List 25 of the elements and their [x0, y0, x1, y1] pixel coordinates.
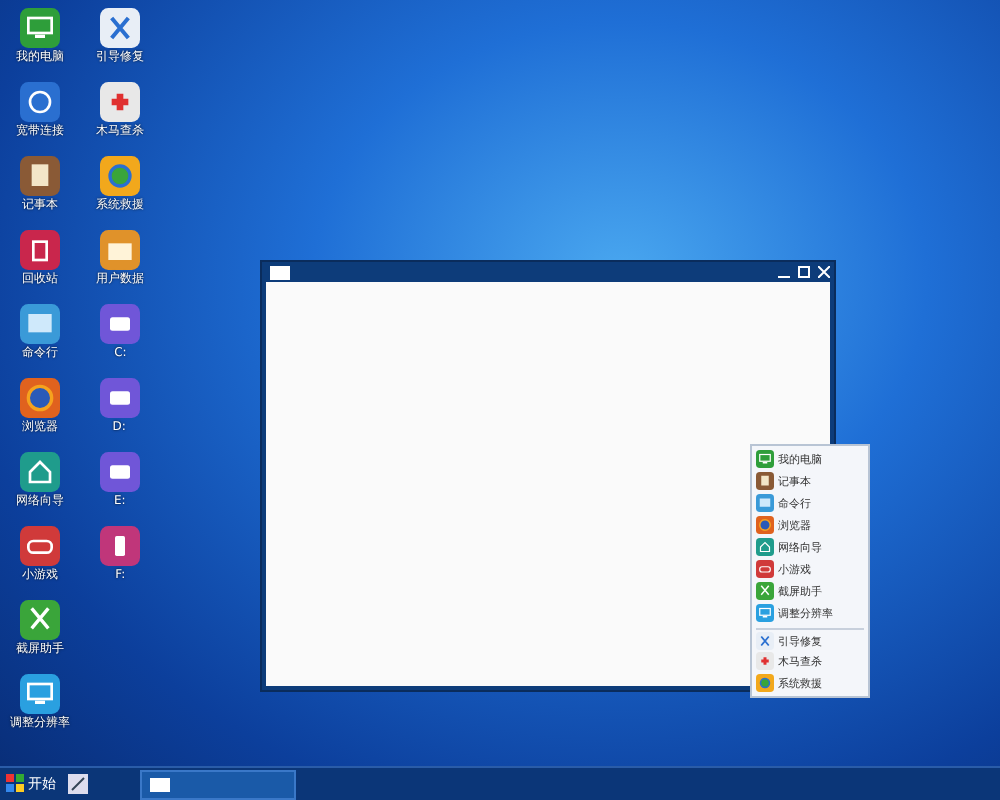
app-icon[interactable] [20, 304, 60, 344]
app-icon[interactable] [20, 452, 60, 492]
app-icon[interactable] [100, 526, 140, 566]
window-icon [150, 777, 170, 791]
window-icon [270, 265, 290, 279]
taskbar-window-button[interactable] [140, 769, 296, 799]
app-icon[interactable] [100, 82, 140, 122]
close-icon[interactable] [818, 266, 830, 278]
desktop-icon[interactable] [68, 774, 88, 794]
maximize-icon[interactable] [798, 266, 810, 278]
app-icon[interactable] [100, 378, 140, 418]
windows-logo-icon [6, 774, 26, 794]
app-icon[interactable] [100, 304, 140, 344]
app-icon[interactable] [100, 230, 140, 270]
app-icon[interactable] [100, 8, 140, 48]
app-icon[interactable] [20, 82, 60, 122]
app-icon[interactable] [20, 8, 60, 48]
app-icon[interactable] [100, 452, 140, 492]
app-icon[interactable] [20, 600, 60, 640]
app-icon[interactable] [756, 632, 774, 650]
app-icon[interactable] [756, 472, 774, 490]
app-icon[interactable] [20, 526, 60, 566]
app-icon[interactable] [20, 156, 60, 196]
app-icon[interactable] [20, 230, 60, 270]
app-icon[interactable] [20, 674, 60, 714]
